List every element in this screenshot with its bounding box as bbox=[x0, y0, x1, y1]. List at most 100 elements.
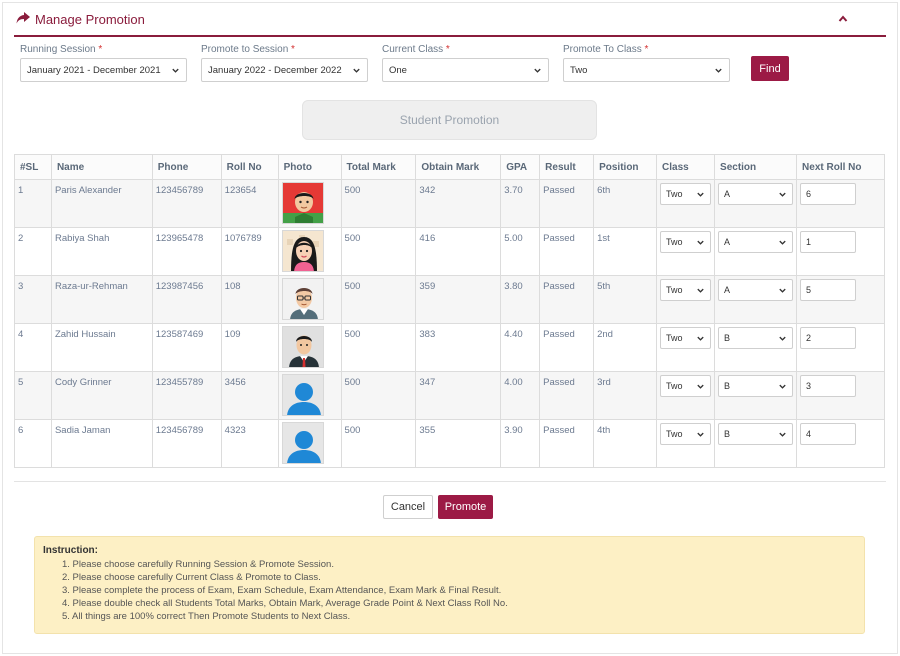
cell-sl: 5 bbox=[14, 371, 52, 420]
chevron-down-icon bbox=[697, 240, 704, 245]
cell-position: 5th bbox=[593, 275, 658, 324]
cell-name: Rabiya Shah bbox=[50, 227, 153, 276]
section-select[interactable]: A bbox=[718, 231, 794, 253]
instruction-item: 3. Please complete the process of Exam, … bbox=[62, 585, 502, 596]
table-row: 1 Paris Alexander 123456789 123654 500 3… bbox=[14, 179, 885, 228]
cell-position: 2nd bbox=[593, 323, 658, 372]
cell-phone: 123456789 bbox=[151, 419, 222, 468]
next-roll-input[interactable]: 6 bbox=[800, 183, 857, 205]
section-select-value: A bbox=[724, 237, 731, 247]
instruction-item: 2. Please choose carefully Current Class… bbox=[62, 572, 321, 583]
promote-class-select[interactable]: Two bbox=[563, 58, 730, 82]
cell-roll: 4323 bbox=[220, 419, 279, 468]
chevron-down-icon bbox=[697, 384, 704, 389]
next-roll-input[interactable]: 1 bbox=[800, 231, 857, 253]
cell-result: Passed bbox=[539, 323, 595, 372]
find-button[interactable]: Find bbox=[751, 56, 789, 81]
chevron-down-icon bbox=[697, 336, 704, 341]
section-select-value: B bbox=[724, 429, 731, 439]
cell-gpa: 4.00 bbox=[500, 371, 541, 420]
chevron-down-icon bbox=[697, 288, 704, 293]
col-header-position: Position bbox=[593, 154, 658, 180]
cell-roll: 123654 bbox=[220, 179, 279, 228]
running-session-field: Running Session * January 2021 - Decembe… bbox=[20, 44, 187, 82]
next-roll-input[interactable]: 5 bbox=[800, 279, 857, 301]
col-header-phone: Phone bbox=[151, 154, 222, 180]
cell-photo bbox=[277, 323, 342, 372]
chevron-down-icon bbox=[779, 288, 786, 293]
instruction-list: 1. Please choose carefully Running Sessi… bbox=[43, 558, 856, 623]
cell-roll: 3456 bbox=[220, 371, 279, 420]
promote-session-select[interactable]: January 2022 - December 2022 bbox=[201, 58, 368, 82]
current-class-select[interactable]: One bbox=[382, 58, 549, 82]
cell-total-mark: 500 bbox=[340, 419, 417, 468]
promotion-table: #SL Name Phone Roll No Photo Total Mark … bbox=[14, 154, 885, 468]
class-select[interactable]: Two bbox=[660, 183, 712, 205]
cell-position: 6th bbox=[593, 179, 658, 228]
chevron-down-icon bbox=[779, 432, 786, 437]
table-row: 5 Cody Grinner 123455789 3456 500 347 4.… bbox=[14, 371, 885, 420]
section-select[interactable]: A bbox=[718, 183, 794, 205]
promote-class-label: Promote To Class * bbox=[563, 44, 649, 55]
section-select-value: B bbox=[724, 381, 731, 391]
table-row: 3 Raza-ur-Rehman 123987456 108 500 359 3… bbox=[14, 275, 885, 324]
section-select[interactable]: B bbox=[718, 327, 794, 349]
cancel-button[interactable]: Cancel bbox=[383, 495, 433, 519]
col-header-class: Class bbox=[656, 154, 716, 180]
cell-obtain-mark: 347 bbox=[415, 371, 502, 420]
table-row: 4 Zahid Hussain 123587469 109 500 383 4.… bbox=[14, 323, 885, 372]
chevron-down-icon bbox=[715, 68, 722, 73]
cell-name: Paris Alexander bbox=[50, 179, 153, 228]
cell-gpa: 3.80 bbox=[500, 275, 541, 324]
next-roll-input[interactable]: 2 bbox=[800, 327, 857, 349]
section-select[interactable]: B bbox=[718, 375, 794, 397]
promote-button[interactable]: Promote bbox=[438, 495, 493, 519]
chevron-down-icon bbox=[779, 336, 786, 341]
running-session-value: January 2021 - December 2021 bbox=[27, 64, 161, 76]
section-select[interactable]: B bbox=[718, 423, 794, 445]
cell-result: Passed bbox=[539, 371, 595, 420]
cell-phone: 123587469 bbox=[151, 323, 222, 372]
instruction-box: Instruction: 1. Please choose carefully … bbox=[34, 536, 865, 634]
section-select[interactable]: A bbox=[718, 279, 794, 301]
cell-name: Zahid Hussain bbox=[50, 323, 153, 372]
cell-photo bbox=[277, 371, 342, 420]
col-header-obtain-mark: Obtain Mark bbox=[415, 154, 502, 180]
running-session-select[interactable]: January 2021 - December 2021 bbox=[20, 58, 187, 82]
chevron-up-icon[interactable] bbox=[838, 14, 848, 27]
cell-photo bbox=[277, 227, 342, 276]
instruction-item: 4. Please double check all Students Tota… bbox=[62, 598, 508, 609]
cell-sl: 3 bbox=[14, 275, 52, 324]
class-select-value: Two bbox=[666, 285, 683, 295]
cell-class: Two bbox=[656, 275, 716, 324]
instruction-item: 5. All things are 100% correct Then Prom… bbox=[62, 611, 351, 622]
section-select-value: A bbox=[724, 189, 731, 199]
cell-next-roll: 4 bbox=[796, 419, 885, 468]
cell-position: 3rd bbox=[593, 371, 658, 420]
cell-obtain-mark: 383 bbox=[415, 323, 502, 372]
cell-sl: 6 bbox=[14, 419, 52, 468]
next-roll-input[interactable]: 4 bbox=[800, 423, 857, 445]
cell-section: A bbox=[714, 227, 798, 276]
class-select[interactable]: Two bbox=[660, 279, 712, 301]
cell-photo bbox=[277, 419, 342, 468]
class-select-value: Two bbox=[666, 429, 683, 439]
class-select[interactable]: Two bbox=[660, 375, 712, 397]
cell-result: Passed bbox=[539, 419, 595, 468]
current-class-value: One bbox=[389, 64, 407, 76]
cell-obtain-mark: 359 bbox=[415, 275, 502, 324]
promote-session-field: Promote to Session * January 2022 - Dece… bbox=[201, 44, 368, 82]
class-select[interactable]: Two bbox=[660, 327, 712, 349]
filter-form: Running Session * January 2021 - Decembe… bbox=[20, 44, 800, 84]
cell-class: Two bbox=[656, 419, 716, 468]
student-photo bbox=[281, 278, 324, 320]
cell-position: 1st bbox=[593, 227, 658, 276]
class-select[interactable]: Two bbox=[660, 423, 712, 445]
cell-total-mark: 500 bbox=[340, 371, 417, 420]
running-session-label: Running Session * bbox=[20, 44, 103, 55]
cell-name: Cody Grinner bbox=[50, 371, 153, 420]
next-roll-input[interactable]: 3 bbox=[800, 375, 857, 397]
cell-phone: 123456789 bbox=[151, 179, 222, 228]
class-select[interactable]: Two bbox=[660, 231, 712, 253]
current-class-label: Current Class * bbox=[382, 44, 450, 55]
